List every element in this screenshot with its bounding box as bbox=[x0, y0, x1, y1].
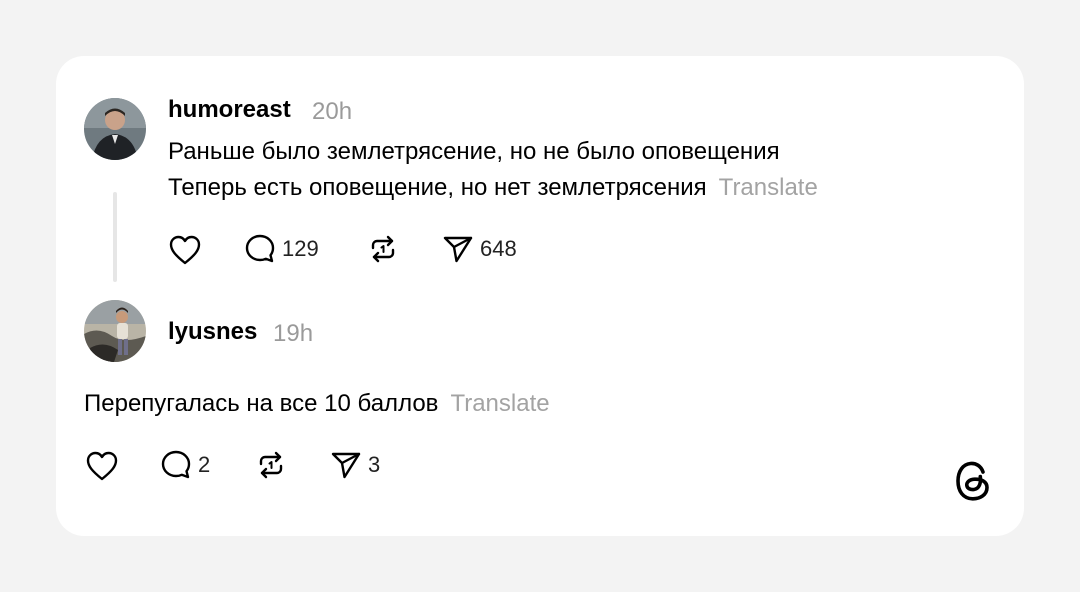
like-button[interactable] bbox=[85, 450, 119, 482]
send-icon bbox=[443, 236, 473, 263]
post-text-line: Раньше было землетрясение, но не было оп… bbox=[168, 138, 780, 166]
comment-button[interactable]: 2 bbox=[160, 449, 210, 481]
post-text-line: Перепугалась на все 10 баллов Translate bbox=[84, 390, 550, 418]
post-card: humoreast 20h Раньше было землетрясение,… bbox=[56, 56, 1024, 536]
avatar[interactable] bbox=[84, 98, 146, 160]
username[interactable]: lyusnes bbox=[168, 318, 257, 346]
share-count: 648 bbox=[480, 236, 517, 261]
post-text-line-1: Раньше было землетрясение, но не было оп… bbox=[168, 138, 780, 165]
comment-count: 129 bbox=[282, 236, 319, 261]
threads-logo-icon bbox=[956, 461, 989, 501]
repost-icon bbox=[371, 235, 395, 263]
comment-icon bbox=[161, 450, 191, 479]
share-button[interactable]: 648 bbox=[442, 233, 517, 265]
repost-button[interactable] bbox=[368, 234, 398, 264]
thread-line bbox=[113, 192, 117, 282]
post-time: 20h bbox=[312, 98, 353, 125]
repost-icon bbox=[259, 451, 283, 479]
share-button[interactable]: 3 bbox=[330, 449, 380, 481]
threads-logo bbox=[954, 459, 994, 508]
comment-icon bbox=[245, 234, 275, 263]
post-text: Перепугалась на все 10 баллов bbox=[84, 390, 439, 417]
share-count: 3 bbox=[368, 452, 381, 477]
post-time: 19h bbox=[273, 320, 314, 347]
post-text-line: Теперь есть оповещение, но нет землетряс… bbox=[168, 174, 818, 202]
repost-button[interactable] bbox=[256, 450, 286, 480]
avatar[interactable] bbox=[84, 300, 146, 362]
translate-link[interactable]: Translate bbox=[450, 390, 549, 417]
like-button[interactable] bbox=[168, 234, 202, 266]
heart-icon bbox=[169, 235, 201, 265]
send-icon bbox=[331, 452, 361, 479]
post-text-line-2: Теперь есть оповещение, но нет землетряс… bbox=[168, 174, 707, 201]
comment-count: 2 bbox=[198, 452, 211, 477]
username[interactable]: humoreast bbox=[168, 96, 291, 124]
translate-link[interactable]: Translate bbox=[719, 174, 818, 201]
heart-icon bbox=[86, 451, 118, 481]
comment-button[interactable]: 129 bbox=[244, 233, 319, 265]
